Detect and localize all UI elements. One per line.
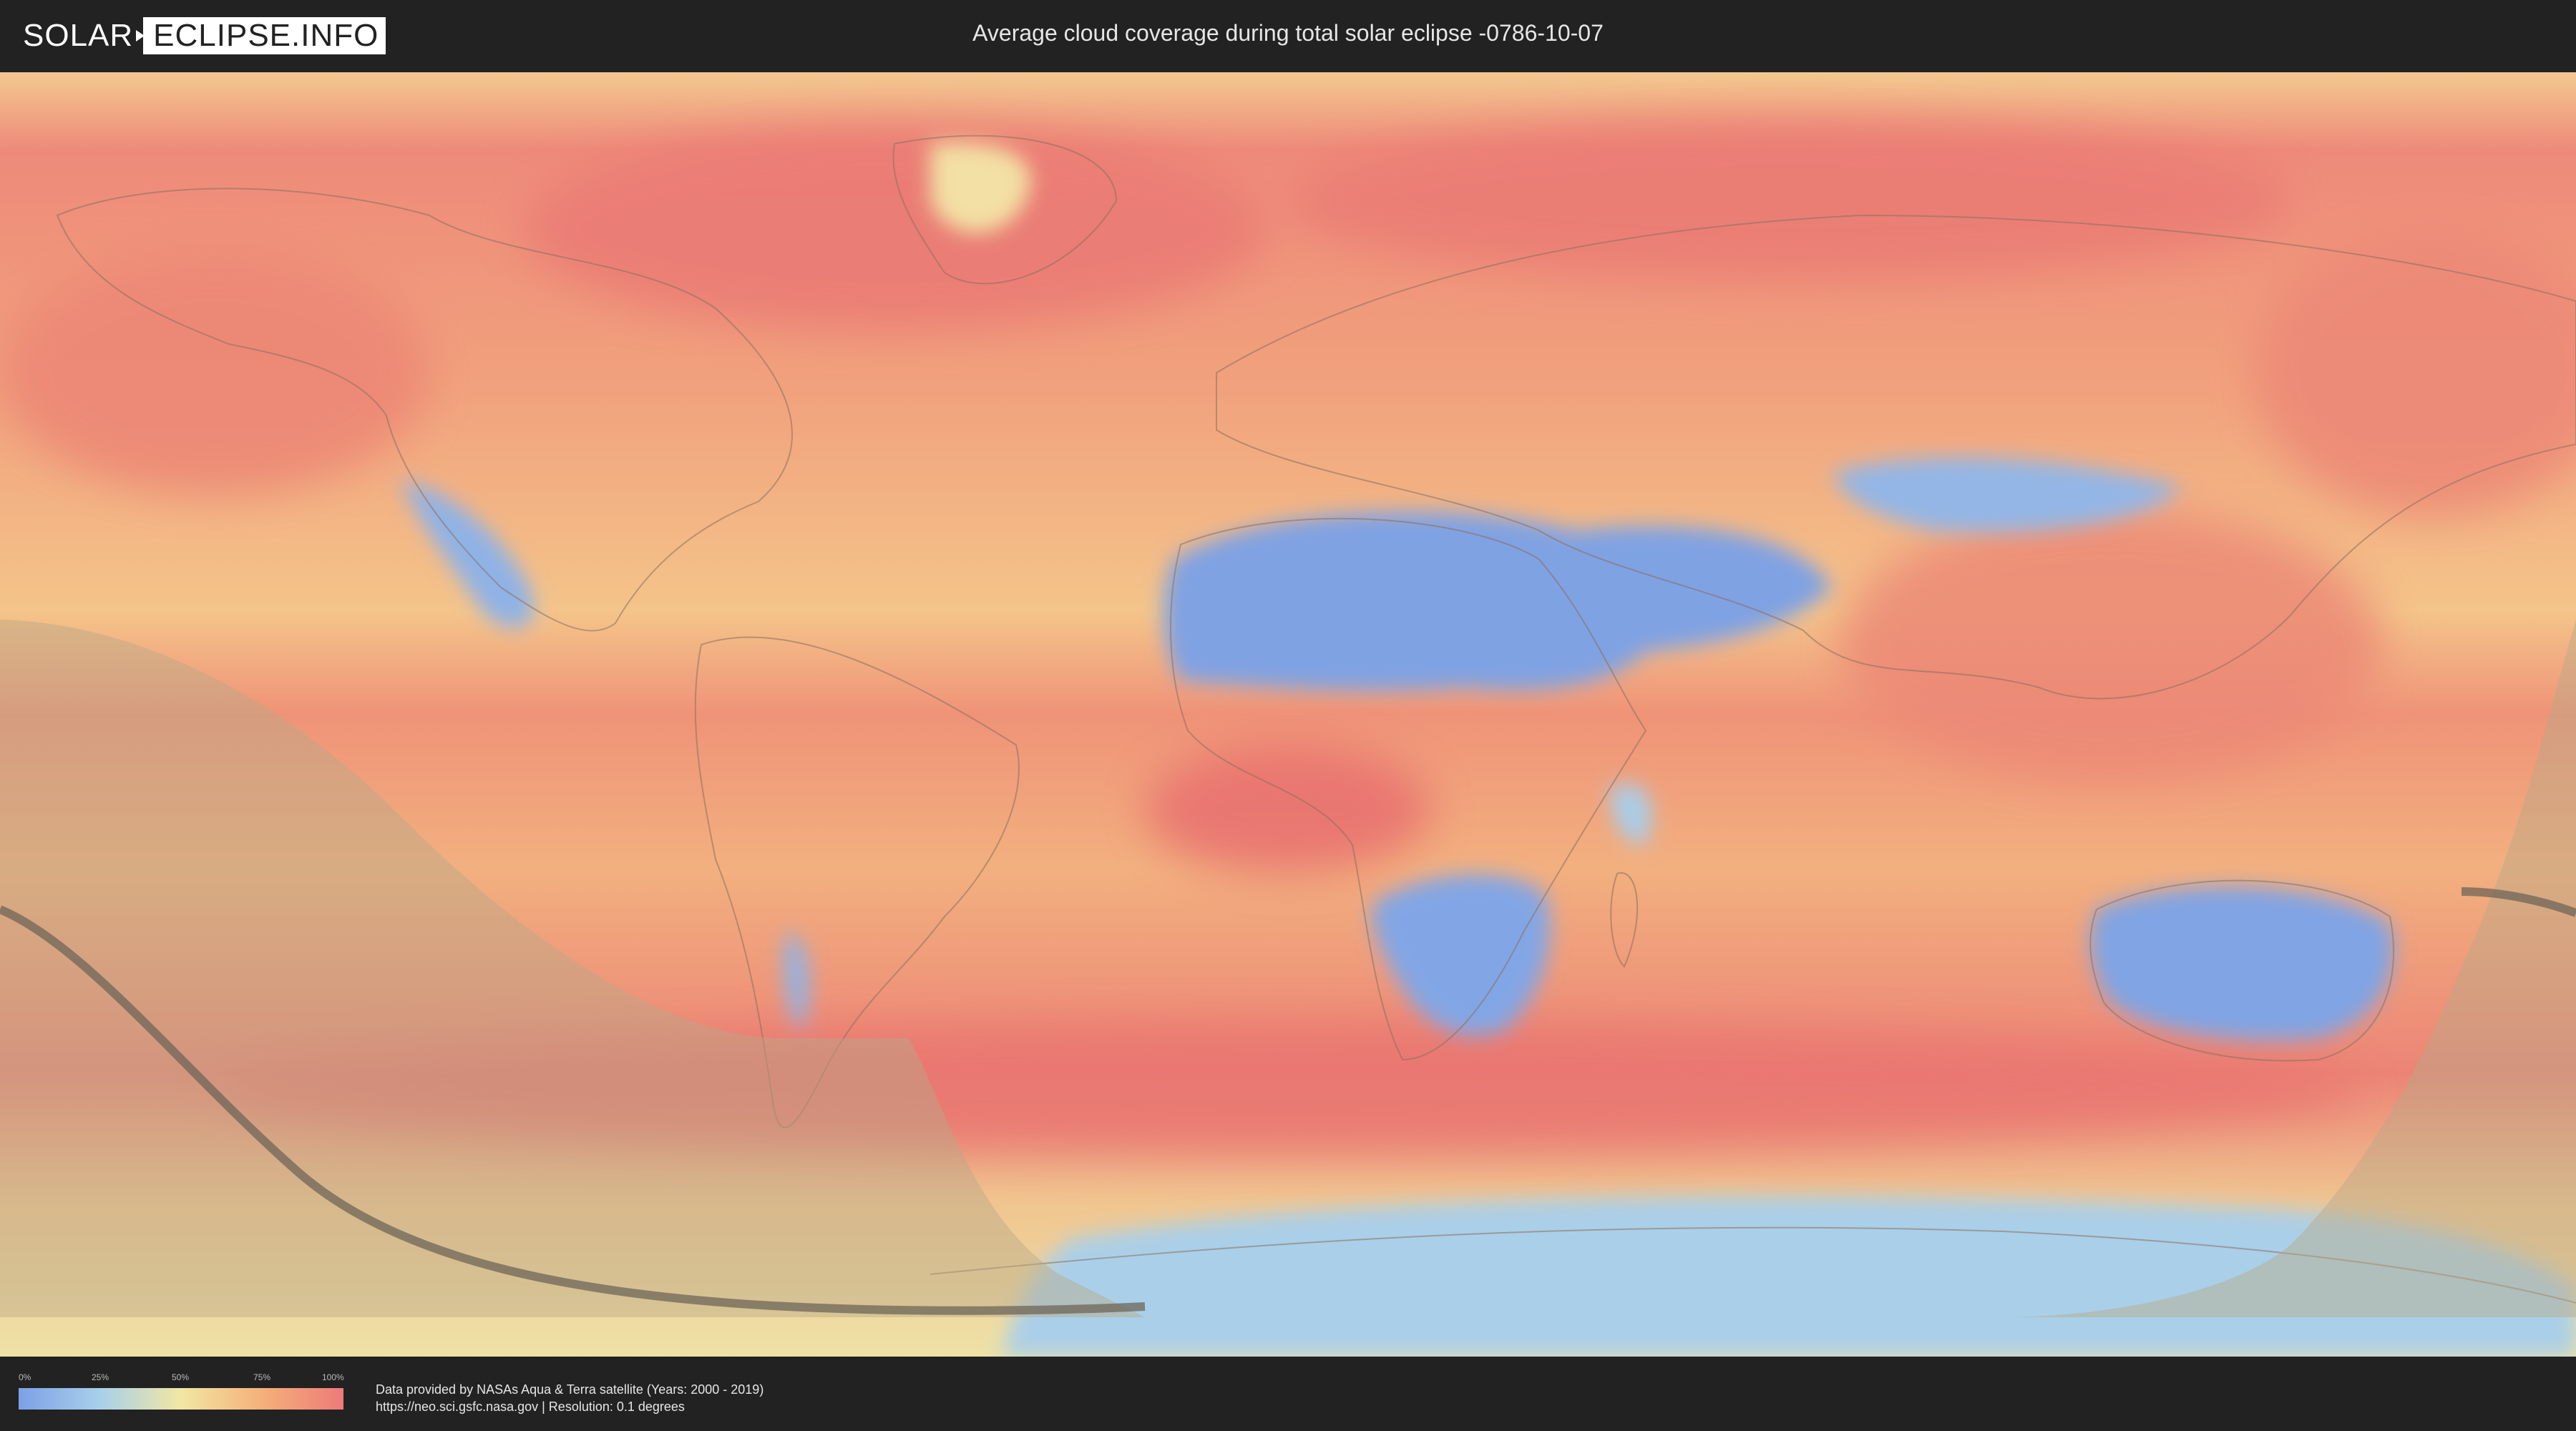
legend-tick-100: 100% — [322, 1372, 344, 1382]
cloud-coverage-map[interactable] — [0, 72, 2576, 1357]
map-container — [0, 72, 2576, 1357]
footer-bar: 0% 25% 50% 75% 100% Data provided by NAS… — [0, 1357, 2576, 1431]
page-title: Average cloud coverage during total sola… — [972, 20, 1604, 46]
legend-color-scale — [19, 1388, 343, 1410]
legend-tick-25: 25% — [92, 1372, 109, 1382]
header-bar: SOLAR ECLIPSE.INFO Average cloud coverag… — [0, 0, 2576, 72]
credit-line-link[interactable]: https://neo.sci.gsfc.nasa.gov | Resoluti… — [376, 1398, 763, 1415]
legend-tick-0: 0% — [19, 1372, 31, 1382]
data-credit: Data provided by NASAs Aqua & Terra sate… — [376, 1381, 763, 1415]
legend-tick-50: 50% — [172, 1372, 190, 1382]
credit-line-source: Data provided by NASAs Aqua & Terra sate… — [376, 1382, 764, 1397]
cloud-coverage-legend: 0% 25% 50% 75% 100% — [19, 1372, 344, 1415]
legend-tick-75: 75% — [253, 1372, 271, 1382]
